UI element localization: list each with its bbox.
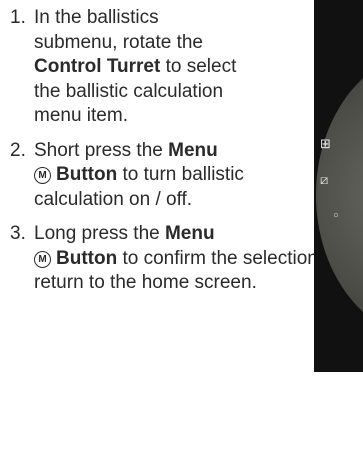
step-text-part: Long press the [34,223,165,244]
step-number: 3. [10,223,26,244]
control-turret-label: Control Turret [34,56,161,77]
instruction-steps: 1. In the ballistics submenu, rotate the… [0,6,363,306]
step-text: Short press the Menu M Button to turn ball… [34,139,252,213]
menu-button-icon: M [34,167,51,184]
disabled-icon: ⧄ [320,173,329,188]
menu-button-icon: M [34,250,51,268]
menu-label: Menu [164,223,215,244]
button-label: Button [56,247,118,269]
device-screen-illustration: ⊞ ⧄ ◦ [314,0,363,372]
dot-icon: ◦ [332,209,340,224]
step-text-part: In the ballistics submenu, rotate the [34,7,203,53]
step-text-part: Short press the [34,139,169,161]
grid-icon: ⊞ [320,137,331,152]
step-text: In the ballistics submenu, rotate the Co… [34,6,244,129]
step-3: 3. Long press the Menu M Button to confirm… [0,222,363,296]
step-1: 1. In the ballistics submenu, rotate the… [0,6,363,129]
step-number: 2. [10,139,26,161]
step-2: 2. Short press the Menu M Button to turn b… [0,139,363,213]
step-number: 1. [10,7,26,28]
button-label: Button [56,164,118,185]
menu-label: Menu [168,139,218,161]
